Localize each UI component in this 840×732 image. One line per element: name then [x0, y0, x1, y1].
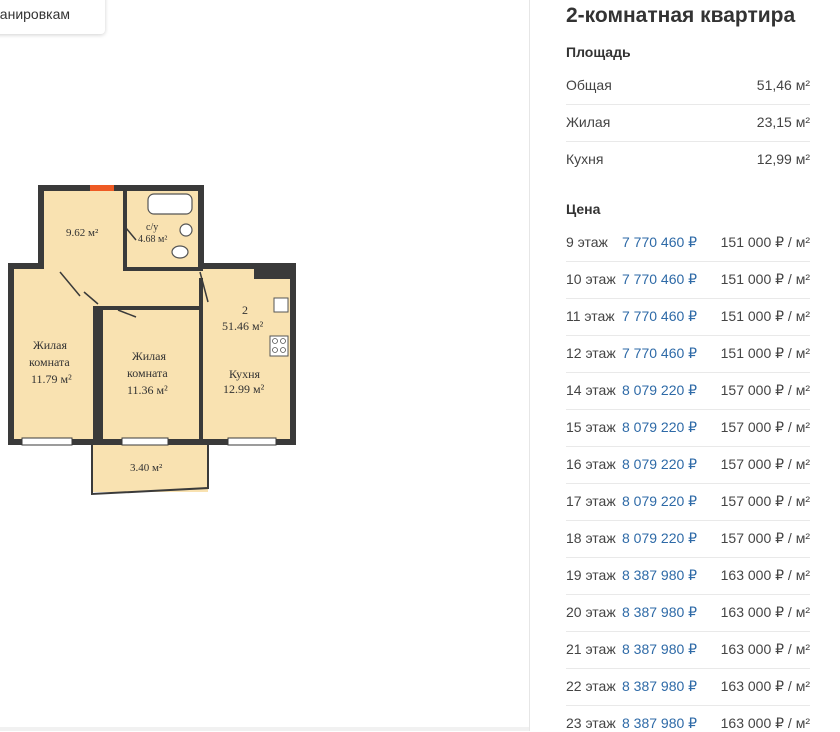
price-per-m2: 151 000 ₽ / м² [720, 308, 810, 324]
price-row[interactable]: 9 этаж 7 770 460 ₽ 151 000 ₽ / м² [566, 224, 810, 262]
price-row[interactable]: 18 этаж 8 079 220 ₽ 157 000 ₽ / м² [566, 520, 810, 558]
price-total-link[interactable]: 8 079 220 ₽ [622, 456, 697, 473]
room-bathroom-name: с/у [146, 222, 158, 233]
panel-divider [529, 0, 530, 731]
area-value: 12,99 м² [756, 151, 810, 167]
price-total-link[interactable]: 8 387 980 ₽ [622, 641, 697, 658]
price-total-link[interactable]: 8 387 980 ₽ [622, 678, 697, 695]
area-row-living: Жилая 23,15 м² [566, 104, 810, 142]
price-floor: 15 этаж [566, 419, 616, 435]
price-per-m2: 157 000 ₽ / м² [720, 530, 810, 546]
room-living2-area: 11.36 м² [127, 383, 168, 397]
back-to-layouts-button[interactable]: К планировкам [0, 0, 105, 34]
price-per-m2: 151 000 ₽ / м² [720, 234, 810, 250]
price-floor: 10 этаж [566, 271, 616, 287]
price-per-m2: 157 000 ₽ / м² [720, 456, 810, 472]
price-row[interactable]: 14 этаж 8 079 220 ₽ 157 000 ₽ / м² [566, 372, 810, 410]
price-per-m2: 151 000 ₽ / м² [720, 345, 810, 361]
price-total-link[interactable]: 8 387 980 ₽ [622, 604, 697, 621]
price-total-link[interactable]: 7 770 460 ₽ [622, 345, 697, 362]
area-value: 51,46 м² [756, 77, 810, 93]
price-row[interactable]: 15 этаж 8 079 220 ₽ 157 000 ₽ / м² [566, 409, 810, 447]
price-row[interactable]: 20 этаж 8 387 980 ₽ 163 000 ₽ / м² [566, 594, 810, 632]
price-floor: 22 этаж [566, 678, 616, 694]
price-per-m2: 151 000 ₽ / м² [720, 271, 810, 287]
price-row[interactable]: 16 этаж 8 079 220 ₽ 157 000 ₽ / м² [566, 446, 810, 484]
price-total-link[interactable]: 7 770 460 ₽ [622, 271, 697, 288]
price-per-m2: 157 000 ₽ / м² [720, 382, 810, 398]
price-floor: 20 этаж [566, 604, 616, 620]
price-total-link[interactable]: 7 770 460 ₽ [622, 308, 697, 325]
price-section-title: Цена [566, 201, 601, 217]
price-floor: 17 этаж [566, 493, 616, 509]
price-floor: 19 этаж [566, 567, 616, 583]
price-row[interactable]: 23 этаж 8 387 980 ₽ 163 000 ₽ / м² [566, 705, 810, 731]
price-per-m2: 163 000 ₽ / м² [720, 641, 810, 657]
price-total-link[interactable]: 8 079 220 ₽ [622, 382, 697, 399]
price-floor: 21 этаж [566, 641, 616, 657]
bottom-scroll-strip [0, 727, 529, 731]
room-kitchen-area: 12.99 м² [223, 382, 265, 396]
price-total-link[interactable]: 8 387 980 ₽ [622, 567, 697, 584]
price-total-link[interactable]: 7 770 460 ₽ [622, 234, 697, 251]
price-row[interactable]: 22 этаж 8 387 980 ₽ 163 000 ₽ / м² [566, 668, 810, 706]
room-bathroom-area: 4.68 м² [138, 234, 167, 245]
price-row[interactable]: 21 этаж 8 387 980 ₽ 163 000 ₽ / м² [566, 631, 810, 669]
apartment-title: 2-комнатная квартира [566, 4, 796, 27]
room-living1-name-line1: Жилая [33, 338, 67, 352]
plan-total-label: 2 [242, 303, 248, 317]
price-row[interactable]: 12 этаж 7 770 460 ₽ 151 000 ₽ / м² [566, 335, 810, 373]
price-floor: 23 этаж [566, 715, 616, 731]
area-label: Жилая [566, 114, 611, 130]
area-section-title: Площадь [566, 44, 631, 60]
price-floor: 9 этаж [566, 234, 608, 250]
price-per-m2: 163 000 ₽ / м² [720, 678, 810, 694]
room-living2-name-line2: комната [127, 366, 168, 380]
price-floor: 18 этаж [566, 530, 616, 546]
area-label: Общая [566, 77, 612, 93]
price-row[interactable]: 11 этаж 7 770 460 ₽ 151 000 ₽ / м² [566, 298, 810, 336]
price-total-link[interactable]: 8 387 980 ₽ [622, 715, 697, 732]
price-floor: 16 этаж [566, 456, 616, 472]
price-per-m2: 163 000 ₽ / м² [720, 604, 810, 620]
price-per-m2: 163 000 ₽ / м² [720, 567, 810, 583]
room-hall-area: 9.62 м² [66, 227, 99, 239]
price-row[interactable]: 17 этаж 8 079 220 ₽ 157 000 ₽ / м² [566, 483, 810, 521]
price-total-link[interactable]: 8 079 220 ₽ [622, 493, 697, 510]
room-living1-area: 11.79 м² [31, 372, 72, 386]
area-value: 23,15 м² [756, 114, 810, 130]
price-per-m2: 163 000 ₽ / м² [720, 715, 810, 731]
price-total-link[interactable]: 8 079 220 ₽ [622, 419, 697, 436]
plan-total-area: 51.46 м² [222, 319, 264, 333]
area-row-total: Общая 51,46 м² [566, 67, 810, 105]
price-floor: 11 этаж [566, 308, 615, 324]
price-floor: 12 этаж [566, 345, 616, 361]
area-label: Кухня [566, 151, 604, 167]
floor-plan: 9.62 м² с/у 4.68 м² Жилая комната 11.79 … [8, 185, 296, 496]
room-balcony-area: 3.40 м² [130, 462, 163, 474]
room-living1-name-line2: комната [29, 355, 70, 369]
price-total-link[interactable]: 8 079 220 ₽ [622, 530, 697, 547]
price-floor: 14 этаж [566, 382, 616, 398]
area-row-kitchen: Кухня 12,99 м² [566, 141, 810, 178]
price-row[interactable]: 19 этаж 8 387 980 ₽ 163 000 ₽ / м² [566, 557, 810, 595]
room-living2-name-line1: Жилая [132, 349, 166, 363]
price-per-m2: 157 000 ₽ / м² [720, 419, 810, 435]
price-per-m2: 157 000 ₽ / м² [720, 493, 810, 509]
room-kitchen-name: Кухня [229, 367, 261, 381]
price-row[interactable]: 10 этаж 7 770 460 ₽ 151 000 ₽ / м² [566, 261, 810, 299]
back-to-layouts-label: К планировкам [0, 6, 70, 22]
